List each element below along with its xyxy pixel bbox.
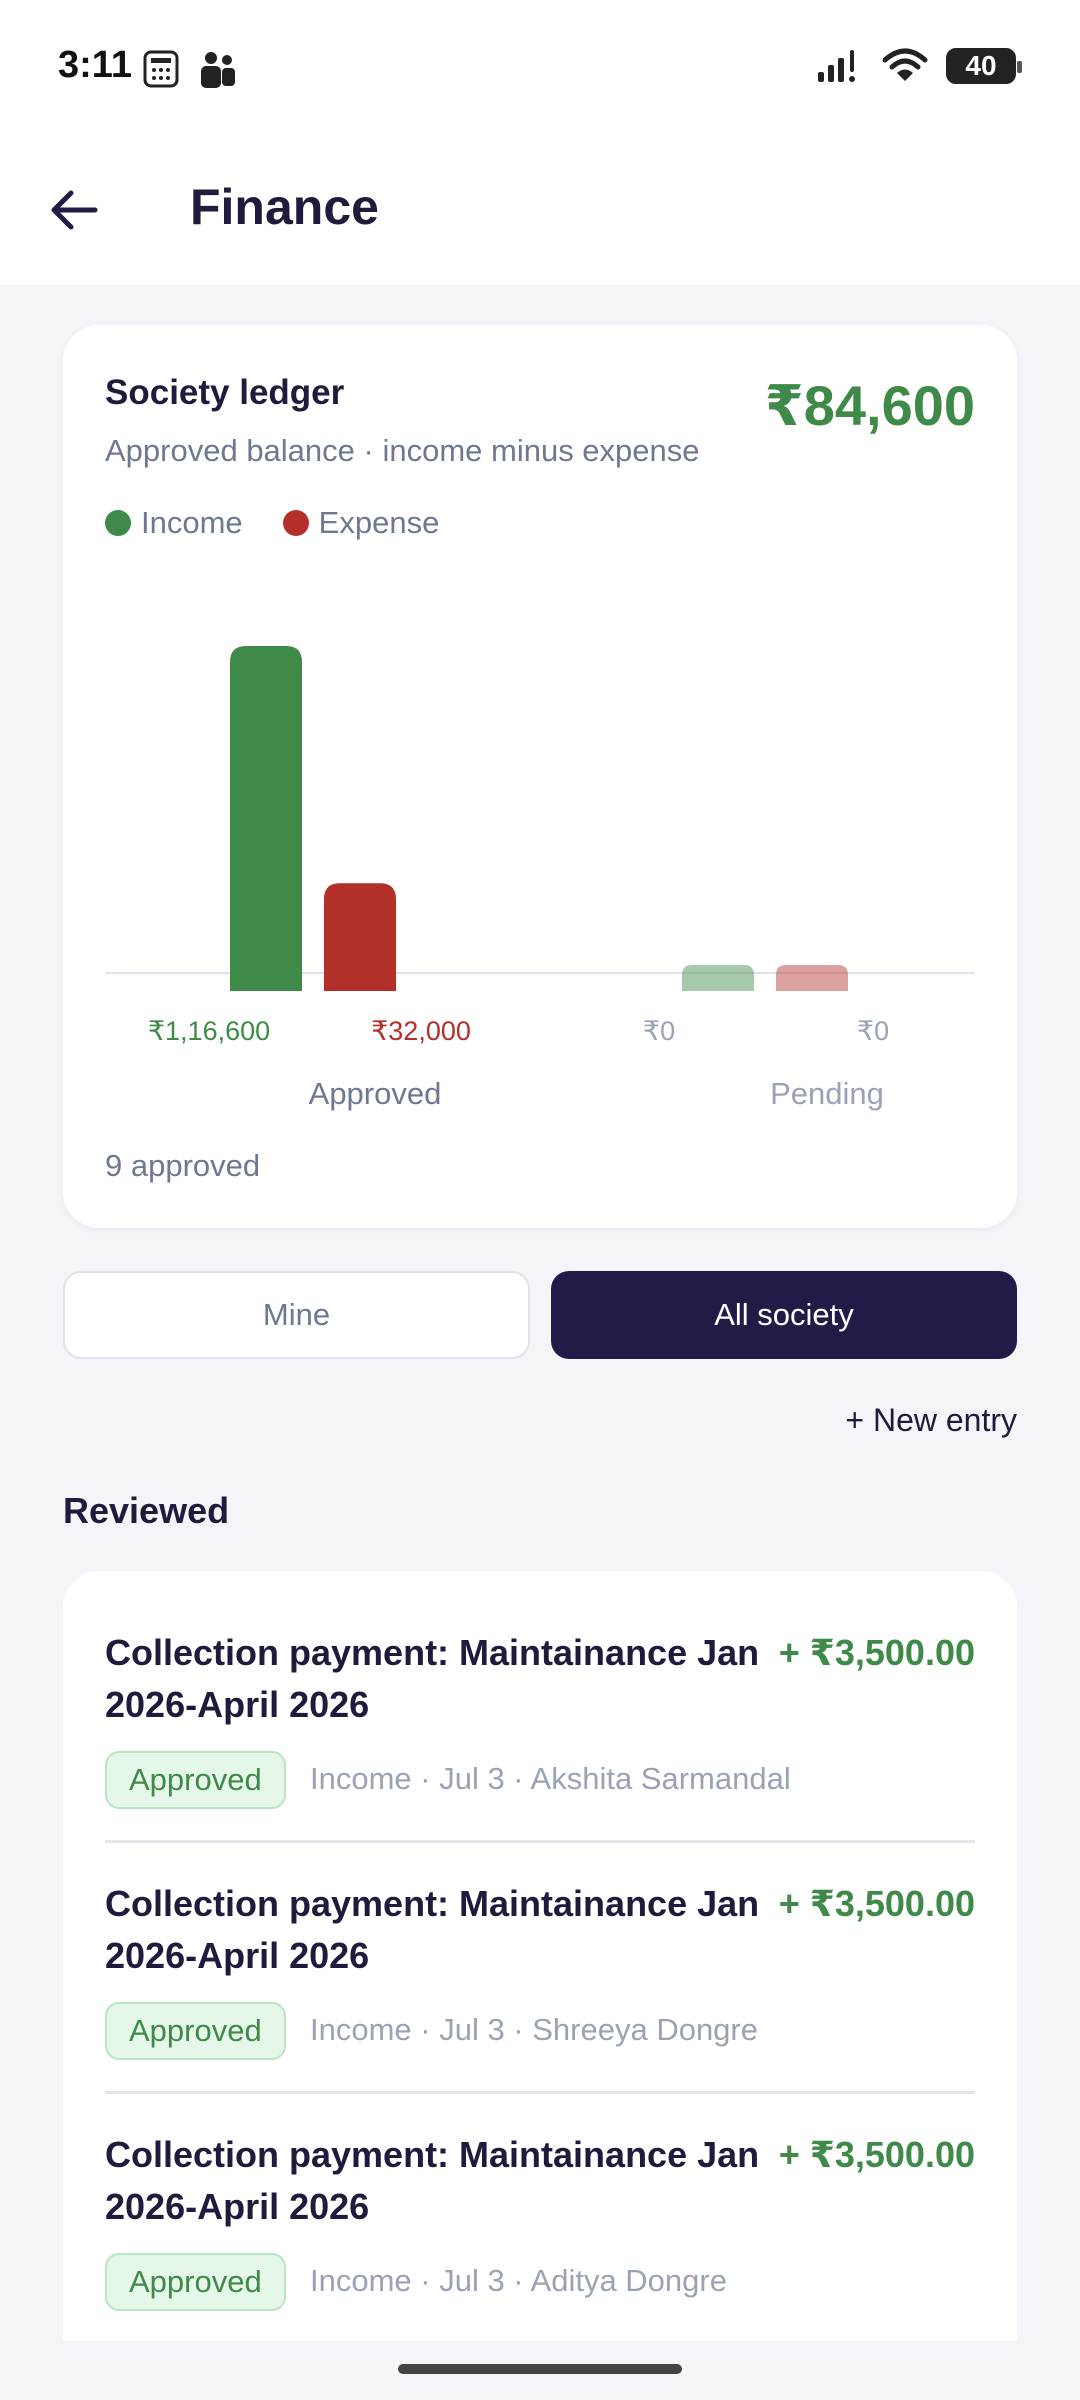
- bar-value-label: ₹1,16,600: [148, 1016, 270, 1046]
- signal-icon: [818, 50, 855, 82]
- category-label-approved: Approved: [308, 1076, 442, 1111]
- approved-count: 9 approved: [105, 1148, 261, 1183]
- reviewed-list: Collection payment: Maintainance Jan 202…: [63, 1571, 1017, 2341]
- back-arrow-icon: [51, 190, 98, 230]
- bar-expense-pending: [776, 965, 848, 991]
- entry-meta: Income · Jul 3 · Akshita Sarmandal: [310, 1761, 791, 1796]
- list-item[interactable]: Collection payment: Maintainance Jan 202…: [105, 2073, 975, 2323]
- bar-expense-approved: [324, 883, 396, 991]
- status-badge: Approved: [105, 1751, 286, 1809]
- bar-value-label: ₹0: [643, 1016, 675, 1046]
- back-button[interactable]: [44, 180, 104, 240]
- list-item[interactable]: Collection payment: Maintainance Jan 202…: [105, 1822, 975, 2094]
- teams-icon: [201, 52, 235, 88]
- all-society-toggle-button[interactable]: All society: [551, 1271, 1017, 1359]
- entry-amount: + ₹3,500.00: [778, 1883, 975, 1924]
- entry-title: Collection payment: Maintainance Jan 202…: [105, 1883, 760, 1976]
- entry-amount: + ₹3,500.00: [778, 1632, 975, 1673]
- entry-meta: Income · Jul 3 · Aditya Dongre: [310, 2263, 727, 2298]
- calculator-icon: [143, 50, 179, 88]
- category-label-pending: Pending: [770, 1076, 884, 1111]
- entry-title: Collection payment: Maintainance Jan 202…: [105, 2134, 760, 2227]
- entry-amount: + ₹3,500.00: [778, 2134, 975, 2175]
- status-badge: Approved: [105, 2253, 286, 2311]
- status-badge: Approved: [105, 2002, 286, 2060]
- bar-value-label: ₹0: [857, 1016, 889, 1046]
- app-header: Finance: [0, 140, 1080, 285]
- battery-icon: 40: [946, 48, 1022, 84]
- entry-title: Collection payment: Maintainance Jan 202…: [105, 1632, 760, 1725]
- ledger-chart: ₹1,16,600 ₹32,000 ₹0 ₹0: [105, 646, 975, 1046]
- bar-income-approved: [230, 646, 302, 991]
- new-entry-button[interactable]: + New entry: [845, 1402, 1017, 1439]
- ledger-card: Society ledger Approved balance · income…: [63, 325, 1017, 1228]
- reviewed-section-title: Reviewed: [63, 1490, 230, 1531]
- status-time: 3:11: [58, 44, 132, 86]
- page-title: Finance: [190, 179, 379, 235]
- wifi-icon: [882, 48, 928, 81]
- list-item[interactable]: Collection payment: Maintainance Jan 202…: [105, 1571, 975, 1843]
- mine-toggle-button[interactable]: Mine: [63, 1271, 530, 1359]
- home-indicator[interactable]: [398, 2364, 682, 2374]
- bar-income-pending: [682, 965, 754, 991]
- status-bar: 3:11 40: [0, 0, 1080, 140]
- entry-meta: Income · Jul 3 · Shreeya Dongre: [310, 2012, 758, 2047]
- bar-value-label: ₹32,000: [371, 1016, 471, 1046]
